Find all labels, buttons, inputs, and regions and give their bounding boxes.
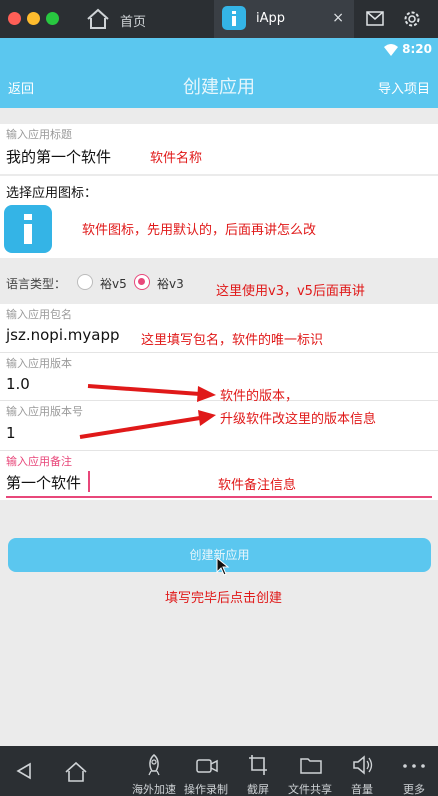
remark-focus-underline — [6, 496, 432, 498]
toolbar-more[interactable]: 更多 — [386, 781, 438, 796]
remark-input[interactable]: 第一个软件 — [6, 472, 81, 493]
arrow-version-code — [79, 416, 201, 439]
annotation-remark: 软件备注信息 — [218, 478, 297, 493]
back-triangle-icon[interactable] — [15, 762, 33, 780]
text-caret — [88, 471, 90, 492]
video-record-icon[interactable] — [196, 758, 218, 774]
folder-icon[interactable] — [300, 756, 322, 774]
arrow-version-code-head — [198, 410, 216, 426]
mouse-cursor-icon — [216, 557, 230, 576]
arrow-version — [87, 384, 201, 396]
toolbar-file-share[interactable]: 文件共享 — [282, 781, 338, 796]
volume-icon[interactable] — [352, 755, 374, 775]
annotation-arrows — [79, 384, 216, 439]
rocket-icon[interactable] — [144, 754, 164, 776]
bottom-toolbar: 海外加速 操作录制 截屏 文件共享 音量 更多 — [0, 746, 438, 796]
home-nav-icon[interactable] — [64, 761, 88, 783]
remark-hint: 输入应用备注 — [6, 455, 72, 468]
toolbar-screenshot[interactable]: 截屏 — [230, 781, 286, 796]
toolbar-accelerate[interactable]: 海外加速 — [126, 781, 182, 796]
annotation-create: 填写完毕后点击创建 — [165, 591, 283, 606]
toolbar-volume[interactable]: 音量 — [334, 781, 390, 796]
crop-icon[interactable] — [248, 754, 268, 776]
toolbar-record[interactable]: 操作录制 — [178, 781, 234, 796]
more-icon[interactable] — [402, 763, 426, 769]
arrow-version-head — [197, 386, 216, 402]
